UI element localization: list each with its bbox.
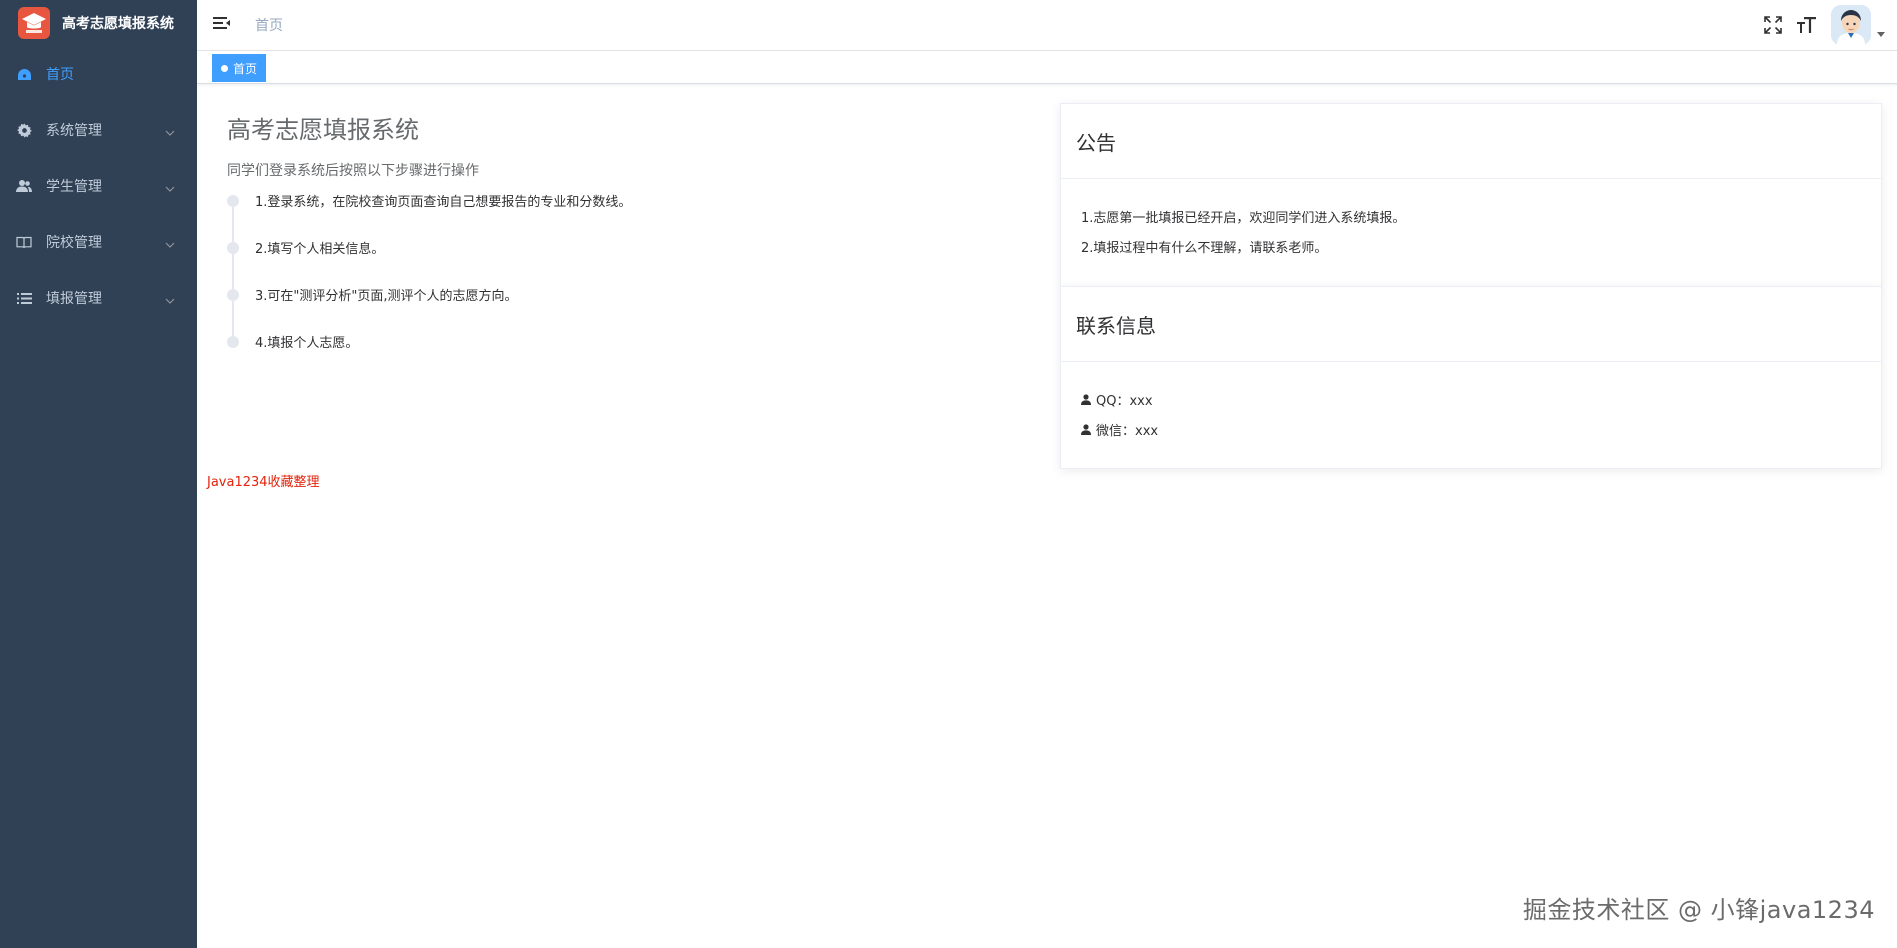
contact-card-title: 联系信息 bbox=[1061, 287, 1881, 362]
sidebar-item-schools[interactable]: 院校管理 bbox=[0, 214, 197, 270]
dashboard-icon bbox=[16, 66, 32, 82]
logo-icon bbox=[18, 7, 50, 39]
timeline-node bbox=[227, 242, 239, 254]
red-note: Java1234收藏整理 bbox=[207, 475, 320, 490]
app-title: 高考志愿填报系统 bbox=[62, 16, 174, 32]
list-icon bbox=[16, 290, 32, 306]
chevron-down-icon bbox=[165, 292, 175, 308]
timeline-line bbox=[232, 207, 234, 242]
timeline-node bbox=[227, 195, 239, 207]
sidebar-item-label: 首页 bbox=[46, 67, 74, 83]
chevron-down-icon[interactable] bbox=[1877, 31, 1885, 37]
navbar: 首页 bbox=[197, 0, 1897, 51]
sidebar-item-label: 系统管理 bbox=[46, 123, 102, 139]
timeline-line bbox=[232, 301, 234, 336]
sidebar-item-applications[interactable]: 填报管理 bbox=[0, 270, 197, 326]
hamburger-icon[interactable] bbox=[213, 15, 231, 35]
font-size-icon[interactable] bbox=[1797, 15, 1817, 35]
logo[interactable]: 高考志愿填报系统 bbox=[0, 0, 197, 46]
navbar-right bbox=[1763, 0, 1897, 50]
step-text: 1.登录系统，在院校查询页面查询自己想要报告的专业和分数线。 bbox=[255, 195, 632, 210]
tags-view: 首页 bbox=[197, 51, 1897, 84]
sidebar-item-home[interactable]: 首页 bbox=[0, 46, 197, 102]
notice-item: 1.志愿第一批填报已经开启，欢迎同学们进入系统填报。 bbox=[1081, 210, 1406, 226]
sidebar-item-label: 学生管理 bbox=[46, 179, 102, 195]
users-icon bbox=[16, 178, 32, 194]
timeline-item: 4.填报个人志愿。 bbox=[227, 332, 827, 379]
step-text: 4.填报个人志愿。 bbox=[255, 336, 359, 351]
sidebar-item-label: 填报管理 bbox=[46, 291, 102, 307]
user-icon bbox=[1081, 393, 1091, 405]
timeline-item: 2.填写个人相关信息。 bbox=[227, 238, 827, 289]
contact-text: QQ：xxx bbox=[1096, 393, 1153, 409]
chevron-down-icon bbox=[165, 236, 175, 252]
tag-home[interactable]: 首页 bbox=[212, 54, 267, 82]
sidebar: 高考志愿填报系统 首页 系统管理 学生管理 院校管理 填报管理 bbox=[0, 0, 197, 948]
timeline-item: 3.可在"测评分析"页面,测评个人的志愿方向。 bbox=[227, 285, 827, 336]
contact-item: QQ：xxx bbox=[1081, 384, 1861, 414]
notice-card-body: 1.志愿第一批填报已经开启，欢迎同学们进入系统填报。 2.填报过程中有什么不理解… bbox=[1061, 179, 1881, 271]
notice-item: 2.填报过程中有什么不理解，请联系老师。 bbox=[1081, 240, 1328, 256]
sidebar-item-system[interactable]: 系统管理 bbox=[0, 102, 197, 158]
user-icon bbox=[1081, 423, 1091, 435]
steps-timeline: 1.登录系统，在院校查询页面查询自己想要报告的专业和分数线。 2.填写个人相关信… bbox=[227, 191, 827, 379]
step-text: 3.可在"测评分析"页面,测评个人的志愿方向。 bbox=[255, 289, 518, 304]
contact-item: 微信：xxx bbox=[1081, 414, 1861, 444]
gear-icon bbox=[16, 122, 32, 138]
fullscreen-icon[interactable] bbox=[1763, 15, 1783, 35]
timeline-node bbox=[227, 289, 239, 301]
dot-icon bbox=[221, 64, 228, 72]
breadcrumb: 首页 bbox=[255, 18, 283, 34]
contact-card: 联系信息 QQ：xxx 微信：xxx bbox=[1060, 286, 1882, 469]
tag-label: 首页 bbox=[233, 61, 258, 76]
chevron-down-icon bbox=[165, 180, 175, 196]
avatar[interactable] bbox=[1831, 5, 1871, 45]
page-subtitle: 同学们登录系统后按照以下步骤进行操作 bbox=[227, 163, 479, 179]
page-title: 高考志愿填报系统 bbox=[227, 116, 419, 144]
chevron-down-icon bbox=[165, 124, 175, 140]
step-text: 2.填写个人相关信息。 bbox=[255, 242, 385, 257]
footer-watermark: 掘金技术社区 @ 小锋java1234 bbox=[1522, 896, 1875, 924]
notice-card-title: 公告 bbox=[1061, 104, 1881, 179]
timeline-line bbox=[232, 254, 234, 289]
contact-text: 微信：xxx bbox=[1096, 423, 1159, 439]
sidebar-item-students[interactable]: 学生管理 bbox=[0, 158, 197, 214]
sidebar-item-label: 院校管理 bbox=[46, 235, 102, 251]
contact-card-body: QQ：xxx 微信：xxx bbox=[1061, 362, 1881, 454]
timeline-node bbox=[227, 336, 239, 348]
book-icon bbox=[16, 234, 32, 250]
notice-card: 公告 1.志愿第一批填报已经开启，欢迎同学们进入系统填报。 2.填报过程中有什么… bbox=[1060, 103, 1882, 287]
timeline-item: 1.登录系统，在院校查询页面查询自己想要报告的专业和分数线。 bbox=[227, 191, 827, 242]
